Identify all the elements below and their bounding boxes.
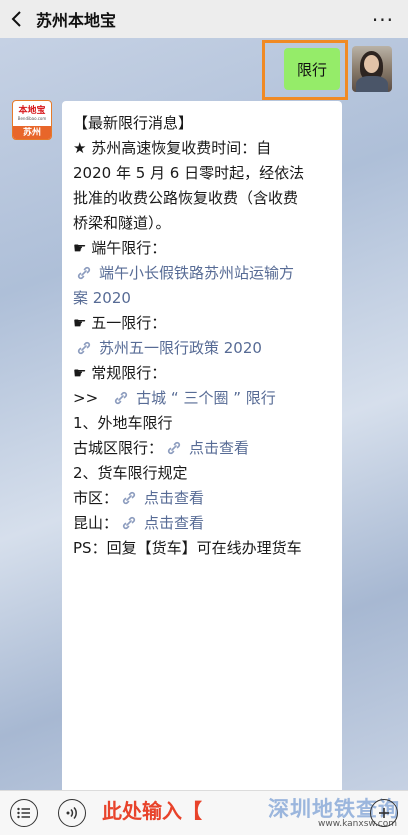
link-icon (77, 266, 91, 280)
more-options-icon[interactable]: ··· (372, 8, 394, 32)
link-icon (115, 391, 128, 405)
voice-button[interactable] (58, 799, 86, 827)
section2-item2-link[interactable]: 点击查看 (118, 514, 204, 532)
dragon-boat-link[interactable]: 端午小长假铁路苏州站运输方 (73, 261, 332, 286)
section1-item-link-text: 点击查看 (189, 439, 250, 457)
back-button[interactable] (0, 0, 34, 38)
regular-row: >> 古城 “ 三个圈 ” 限行 (73, 386, 332, 411)
add-button[interactable] (370, 799, 398, 827)
regular-link[interactable]: 古城 “ 三个圈 ” 限行 (98, 389, 276, 407)
outgoing-message[interactable]: 限行 (284, 48, 340, 90)
avatar-logo-url: Bendibao.com (17, 116, 47, 121)
incoming-message: 【最新限行消息】 ★ 苏州高速恢复收费时间：自 2020 年 5 月 6 日零时… (62, 101, 342, 811)
voice-icon (66, 806, 77, 820)
section2-item1-label: 市区： (73, 489, 119, 507)
section2-item1-link[interactable]: 点击查看 (118, 489, 204, 507)
message-input[interactable]: 此处输入【 (102, 795, 202, 824)
plus-icon (379, 808, 389, 818)
regular-label: ☛ 常规限行： (73, 364, 167, 382)
message-heading: 【最新限行消息】 (73, 114, 194, 132)
may-day-link[interactable]: 苏州五一限行政策 2020 (73, 336, 332, 361)
highway-line: 2020 年 5 月 6 日零时起，经依法 (73, 164, 305, 182)
dragon-boat-link-cont[interactable]: 案 2020 (73, 286, 332, 311)
highway-line: ★ 苏州高速恢复收费时间：自 (73, 139, 272, 157)
highway-line: 批准的收费公路恢复收费（含收费 (73, 189, 299, 207)
section2-item: 市区： 点击查看 (73, 486, 332, 511)
menu-button[interactable] (10, 799, 38, 827)
regular-link-text: 古城 “ 三个圈 ” 限行 (136, 389, 276, 407)
section1-item: 古城区限行： 点击查看 (73, 436, 332, 461)
link-icon (122, 516, 136, 530)
section1-item-link[interactable]: 点击查看 (163, 439, 249, 457)
regular-prefix: >> (73, 389, 99, 407)
user-avatar[interactable] (352, 46, 392, 92)
section2-item: 昆山： 点击查看 (73, 511, 332, 536)
section1-title: 1、外地车限行 (73, 414, 173, 432)
avatar-logo: 本地宝 (18, 106, 46, 116)
avatar-city: 苏州 (13, 126, 51, 139)
chat-header: 苏州本地宝 ··· (0, 0, 408, 38)
section1-item-label: 古城区限行： (73, 439, 164, 457)
chevron-left-icon (11, 11, 21, 27)
dragon-boat-link-text: 端午小长假铁路苏州站运输方 (99, 264, 295, 282)
may-day-label: ☛ 五一限行： (73, 314, 167, 332)
ps-line: PS：回复【货车】可在线办理货车 (73, 539, 302, 557)
section2-item1-link-text: 点击查看 (144, 489, 205, 507)
section2-item2-label: 昆山： (73, 514, 119, 532)
bot-avatar[interactable]: 本地宝 Bendibao.com 苏州 (12, 100, 52, 140)
link-icon (122, 491, 136, 505)
section2-item2-link-text: 点击查看 (144, 514, 205, 532)
dragon-boat-label: ☛ 端午限行： (73, 239, 167, 257)
link-icon (77, 341, 91, 355)
may-day-link-text: 苏州五一限行政策 2020 (99, 339, 262, 357)
link-icon (167, 441, 181, 455)
input-bar: 此处输入【 深圳地铁查询 www.kanxsw.com (0, 790, 408, 835)
menu-icon (17, 807, 30, 819)
chat-title: 苏州本地宝 (36, 11, 117, 30)
highway-line: 桥梁和隧道）。 (73, 214, 171, 232)
section2-title: 2、货车限行规定 (73, 464, 188, 482)
